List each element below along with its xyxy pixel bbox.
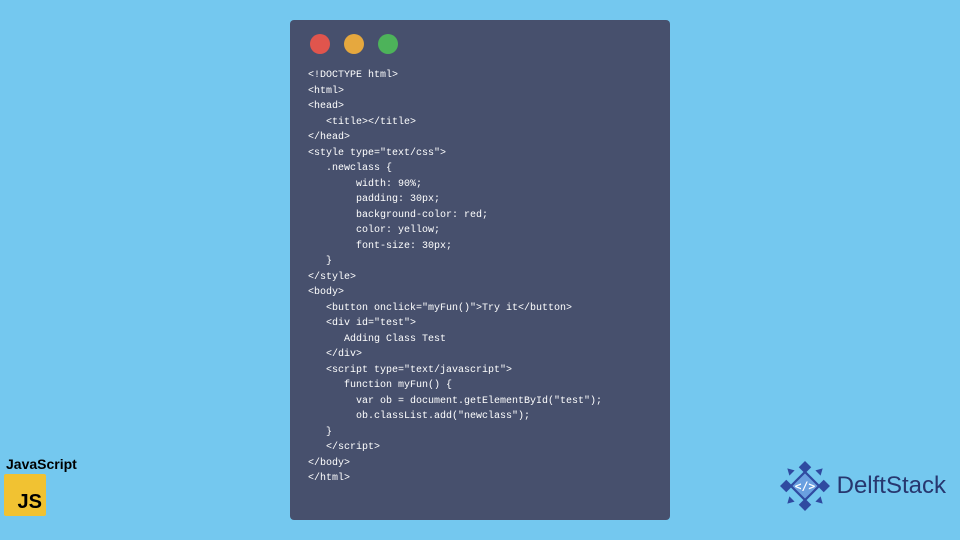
traffic-lights	[310, 34, 652, 54]
brand: </> DelftStack	[779, 460, 946, 512]
close-icon	[310, 34, 330, 54]
maximize-icon	[378, 34, 398, 54]
svg-text:</>: </>	[794, 479, 815, 493]
code-block: <!DOCTYPE html> <html> <head> <title></t…	[308, 68, 652, 487]
brand-name: DelftStack	[837, 472, 946, 500]
javascript-badge: JavaScript JS	[4, 456, 77, 516]
code-window: <!DOCTYPE html> <html> <head> <title></t…	[290, 20, 670, 520]
minimize-icon	[344, 34, 364, 54]
javascript-icon-text: JS	[18, 491, 42, 514]
javascript-label: JavaScript	[6, 456, 77, 472]
brand-logo-icon: </>	[779, 460, 831, 512]
javascript-icon: JS	[4, 474, 46, 516]
